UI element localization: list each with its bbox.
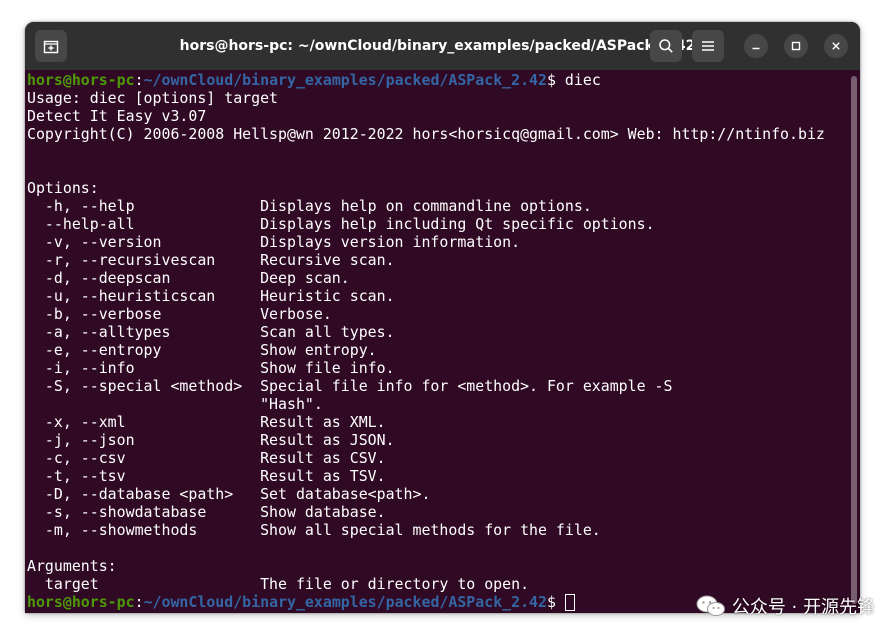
prompt-path: ~/ownCloud/binary_examples/packed/ASPack…: [143, 71, 547, 89]
output-line: -d, --deepscan Deep scan.: [27, 269, 350, 287]
prompt-separator: :: [134, 593, 144, 611]
watermark: 公众号 · 开源先锋: [696, 593, 875, 619]
title-bar[interactable]: hors@hors-pc: ~/ownCloud/binary_examples…: [25, 22, 860, 70]
prompt-user-host: hors@hors-pc: [27, 593, 135, 611]
search-button[interactable]: [650, 30, 682, 62]
output-line: -h, --help Displays help on commandline …: [27, 197, 592, 215]
output-line: Copyright(C) 2006-2008 Hellsp@wn 2012-20…: [27, 125, 825, 143]
output-line: -u, --heuristicscan Heuristic scan.: [27, 287, 395, 305]
window-title: hors@hors-pc: ~/ownCloud/binary_examples…: [179, 38, 696, 54]
output-line: -a, --alltypes Scan all types.: [27, 323, 395, 341]
output-line: -r, --recursivescan Recursive scan.: [27, 251, 395, 269]
wechat-official-account-icon: [696, 595, 725, 616]
maximize-icon: [791, 41, 801, 51]
prompt-separator: :: [134, 71, 144, 89]
output-line: -m, --showmethods Show all special metho…: [27, 521, 601, 539]
hamburger-menu-icon: [702, 41, 714, 51]
output-line: -x, --xml Result as XML.: [27, 413, 386, 431]
output-line: target The file or directory to open.: [27, 575, 530, 593]
search-icon: [659, 39, 673, 53]
terminal-output-area[interactable]: hors@hors-pc:~/ownCloud/binary_examples/…: [25, 70, 860, 613]
text-cursor: [564, 594, 575, 611]
minimize-button[interactable]: [744, 34, 768, 58]
menu-button[interactable]: [692, 30, 724, 62]
command-line: hors@hors-pc:~/ownCloud/binary_examples/…: [27, 71, 860, 89]
output-line: --help-all Displays help including Qt sp…: [27, 215, 655, 233]
prompt-symbol: $: [546, 71, 565, 89]
output-line: Detect It Easy v3.07: [27, 107, 207, 125]
terminal-window: hors@hors-pc: ~/ownCloud/binary_examples…: [25, 22, 860, 613]
output-line: -e, --entropy Show entropy.: [27, 341, 377, 359]
maximize-button[interactable]: [784, 34, 808, 58]
output-line: -D, --database <path> Set database<path>…: [27, 485, 431, 503]
output-line: Usage: diec [options] target: [27, 89, 279, 107]
output-line: -i, --info Show file info.: [27, 359, 395, 377]
output-line: "Hash".: [27, 395, 323, 413]
output-line: -j, --json Result as JSON.: [27, 431, 395, 449]
window-title-container: hors@hors-pc: ~/ownCloud/binary_examples…: [25, 22, 860, 70]
new-tab-button[interactable]: [35, 30, 67, 62]
prompt-path: ~/ownCloud/binary_examples/packed/ASPack…: [143, 593, 547, 611]
close-icon: [832, 42, 840, 50]
prompt-user-host: hors@hors-pc: [27, 71, 135, 89]
close-button[interactable]: [824, 34, 848, 58]
output-line: -c, --csv Result as CSV.: [27, 449, 386, 467]
output-line: Arguments:: [27, 557, 117, 575]
output-line: Options:: [27, 179, 99, 197]
new-tab-icon: [43, 40, 59, 54]
vertical-scrollbar[interactable]: [851, 76, 857, 604]
output-line: -b, --verbose Verbose.: [27, 305, 332, 323]
entered-command: diec: [564, 71, 601, 89]
output-line: -S, --special <method> Special file info…: [27, 377, 673, 395]
output-line: -v, --version Displays version informati…: [27, 233, 521, 251]
minimize-icon: [752, 47, 760, 50]
watermark-text: 公众号 · 开源先锋: [731, 597, 875, 618]
prompt-symbol: $: [546, 593, 565, 611]
output-line: -t, --tsv Result as TSV.: [27, 467, 386, 485]
output-line: -s, --showdatabase Show database.: [27, 503, 386, 521]
